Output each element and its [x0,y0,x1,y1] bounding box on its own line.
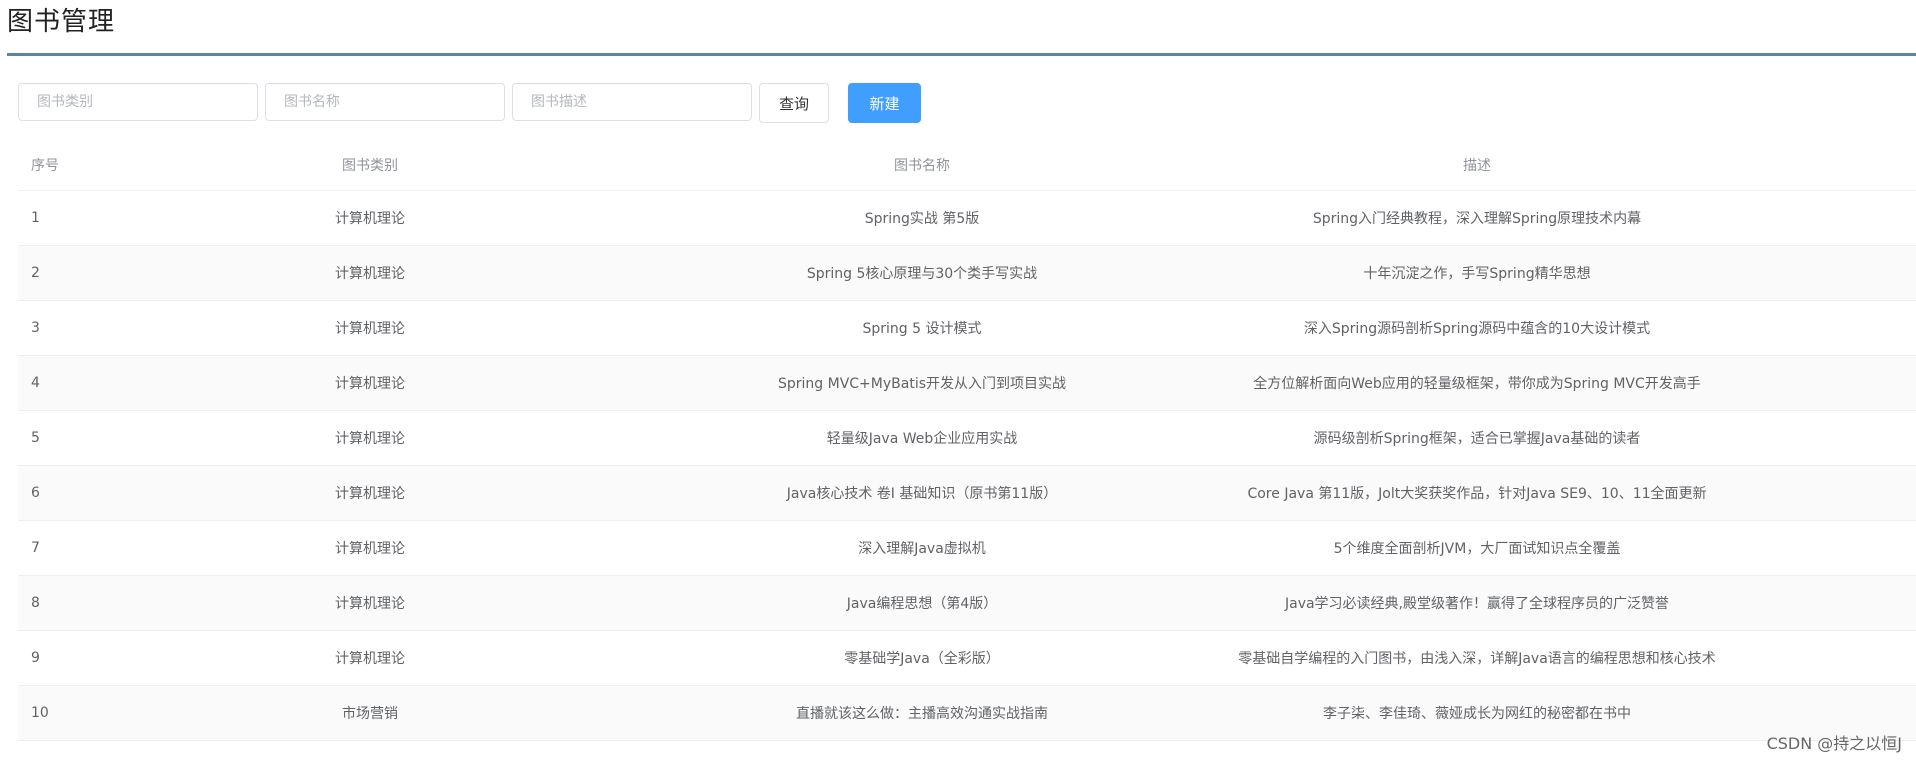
cell-index: 5 [31,430,40,446]
cell-category: 计算机理论 [335,376,405,392]
header-description[interactable]: 描述 [1107,140,1847,190]
cell-index: 6 [31,485,40,501]
cell-category: 计算机理论 [335,541,405,557]
cell-category: 计算机理论 [335,431,405,447]
cell-description: 零基础自学编程的入门图书，由浅入深，详解Java语言的编程思想和核心技术 [1238,651,1716,667]
header-category[interactable]: 图书类别 [250,140,490,190]
category-search-input[interactable] [18,83,258,121]
cell-description: 十年沉淀之作，手写Spring精华思想 [1363,266,1591,282]
cell-category: 市场营销 [342,706,398,722]
cell-index: 2 [31,265,40,281]
header-index[interactable]: 序号 [18,140,98,190]
cell-category: 计算机理论 [335,266,405,282]
cell-index: 9 [31,650,40,666]
table-row[interactable]: 3 计算机理论 Spring 5 设计模式 深入Spring源码剖析Spring源码中… [18,301,1916,356]
cell-index: 10 [31,705,49,721]
cell-index: 8 [31,595,40,611]
table-row[interactable]: 5 计算机理论 轻量级Java Web企业应用实战 源码级剖析Spring框架，适合已… [18,411,1916,466]
cell-index: 4 [31,375,40,391]
cell-category: 计算机理论 [335,486,405,502]
cell-category: 计算机理论 [335,596,405,612]
table-row[interactable]: 2 计算机理论 Spring 5核心原理与30个类手写实战 十年沉淀之作，手写Spri… [18,246,1916,301]
cell-category: 计算机理论 [335,211,405,227]
cell-description: Spring入门经典教程，深入理解Spring原理技术内幕 [1312,211,1642,227]
cell-index: 7 [31,540,40,556]
table-body: 1 计算机理论 Spring实战 第5版 Spring入门经典教程，深入理解Sprin… [18,191,1916,741]
books-table: 序号 图书类别 图书名称 描述 1 计算机理论 Spring实战 第5版 Spring… [18,140,1916,741]
new-book-button[interactable]: 新建 [848,83,921,123]
title-divider [7,53,1916,56]
description-search-input[interactable] [512,83,752,121]
cell-description: Core Java 第11版，Jolt大奖获奖作品，针对Java SE9、10、… [1247,486,1707,502]
cell-description: Java学习必读经典,殿堂级著作！赢得了全球程序员的广泛赞誉 [1284,596,1670,612]
table-row[interactable]: 8 计算机理论 Java编程思想（第4版） Java学习必读经典,殿堂级著作！赢得了全… [18,576,1916,631]
name-search-input[interactable] [265,83,505,121]
table-row[interactable]: 10 市场营销 直播就该这么做：主播高效沟通实战指南 李子柒、李佳琦、薇娅成长为网红的… [18,686,1916,741]
cell-description: 李子柒、李佳琦、薇娅成长为网红的秘密都在书中 [1323,706,1631,722]
cell-description: 5个维度全面剖析JVM，大厂面试知识点全覆盖 [1333,541,1621,557]
table-row[interactable]: 7 计算机理论 深入理解Java虚拟机 5个维度全面剖析JVM，大厂面试知识点全覆盖 [18,521,1916,576]
cell-index: 1 [31,210,40,226]
table-row[interactable]: 9 计算机理论 零基础学Java（全彩版） 零基础自学编程的入门图书，由浅入深，详解J… [18,631,1916,686]
cell-description: 深入Spring源码剖析Spring源码中蕴含的10大设计模式 [1303,321,1651,337]
table-row[interactable]: 6 计算机理论 Java核心技术 卷I 基础知识（原书第11版） Core Java … [18,466,1916,521]
table-row[interactable]: 4 计算机理论 Spring MVC+MyBatis开发从入门到项目实战 全方位解析面… [18,356,1916,411]
table-header-row: 序号 图书类别 图书名称 描述 [18,140,1916,191]
cell-description: 源码级剖析Spring框架，适合已掌握Java基础的读者 [1313,431,1641,447]
cell-category: 计算机理论 [335,651,405,667]
query-button[interactable]: 查询 [759,83,829,123]
page-title: 图书管理 [7,7,116,37]
cell-description: 全方位解析面向Web应用的轻量级框架，带你成为Spring MVC开发高手 [1253,376,1701,392]
table-row[interactable]: 1 计算机理论 Spring实战 第5版 Spring入门经典教程，深入理解Sprin… [18,191,1916,246]
cell-index: 3 [31,320,40,336]
cell-category: 计算机理论 [335,321,405,337]
csdn-watermark: CSDN @持之以恒J [1766,734,1902,753]
